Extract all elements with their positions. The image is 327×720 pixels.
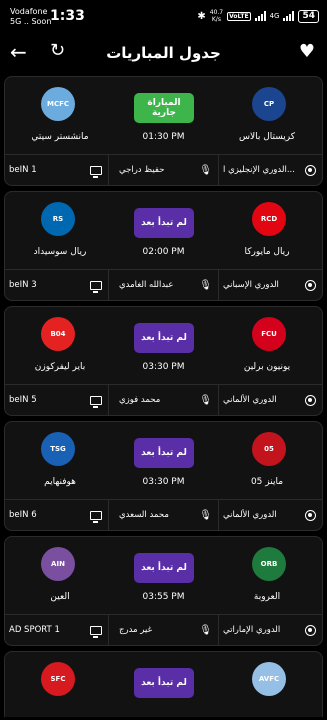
status-time: 1:33 [50, 8, 85, 24]
match-meta-row: beIN 5 محمد فوزي 🎙 الدوري الألماني [5, 384, 322, 415]
match-card[interactable]: TSG 05 لم تبدأ بعد هوفنهايم ماينز 05 03:… [4, 421, 323, 531]
away-team-logo: TSG [41, 432, 75, 466]
channel-name: beIN 1 [9, 165, 37, 175]
football-icon [305, 394, 316, 406]
commentator-cell: غير مدرج 🎙 [108, 615, 218, 645]
channel-name: AD SPORT 1 [9, 625, 60, 635]
match-status-badge[interactable]: لم تبدأ بعد [134, 668, 194, 698]
channel-cell: beIN 5 [5, 385, 108, 415]
commentator-cell: عبدالله الغامدي 🎙 [108, 270, 218, 300]
carrier-network: 5G .. Soon [10, 17, 52, 26]
bluetooth-icon: ✱ [197, 10, 206, 22]
match-card[interactable]: SFC AVFC لم تبدأ بعد [4, 651, 323, 717]
commentator-name: محمد فوزي [119, 395, 161, 405]
microphone-icon: 🎙 [199, 164, 212, 176]
channel-cell: AD SPORT 1 [5, 615, 108, 645]
commentator-name: حفيظ دراجي [119, 165, 165, 175]
match-card[interactable]: MCFC CP المباراة جارية مانشستر سيتي كريس… [4, 76, 323, 186]
league-cell: الدوري الألماني [218, 385, 322, 415]
microphone-icon: 🎙 [199, 624, 212, 636]
league-cell: الدوري الإسباني [218, 270, 322, 300]
league-cell: الدوري الألماني [218, 500, 322, 530]
match-list: MCFC CP المباراة جارية مانشستر سيتي كريس… [4, 76, 323, 720]
signal-icon [254, 11, 266, 21]
tv-icon [90, 395, 102, 408]
league-cell: الدوري الإماراتي [218, 615, 322, 645]
channel-cell: beIN 1 [5, 155, 108, 185]
channel-name: beIN 3 [9, 280, 37, 290]
commentator-cell: محمد السعدي 🎙 [108, 500, 218, 530]
home-team-logo: CP [252, 87, 286, 121]
home-team-logo: AVFC [252, 662, 286, 696]
match-card[interactable]: B04 FCU لم تبدأ بعد باير ليفركوزن يونيون… [4, 306, 323, 416]
commentator-name: محمد السعدي [119, 510, 169, 520]
commentator-cell: حفيظ دراجي 🎙 [108, 155, 218, 185]
battery-indicator: 54 [298, 9, 319, 23]
league-cell: الدوري الإنجليزي ا... [218, 155, 322, 185]
commentator-name: غير مدرج [119, 625, 153, 635]
microphone-icon: 🎙 [199, 394, 212, 406]
tv-icon [90, 280, 102, 293]
channel-cell: beIN 3 [5, 270, 108, 300]
tv-icon [90, 510, 102, 523]
match-status-badge[interactable]: لم تبدأ بعد [134, 438, 194, 468]
home-team-logo: 05 [252, 432, 286, 466]
match-meta-row: beIN 3 عبدالله الغامدي 🎙 الدوري الإسباني [5, 269, 322, 300]
home-team-logo: ORB [252, 547, 286, 581]
status-bar: Vodafone 5G .. Soon 1:33 ✱ 40.7 K/s VoLT… [0, 0, 327, 34]
microphone-icon: 🎙 [199, 279, 212, 291]
carrier-info: Vodafone 5G .. Soon [10, 7, 51, 27]
tv-icon [90, 165, 102, 178]
match-meta-row: beIN 6 محمد السعدي 🎙 الدوري الألماني [5, 499, 322, 530]
match-status-badge[interactable]: لم تبدأ بعد [134, 208, 194, 238]
heart-icon[interactable]: ♥ [299, 42, 315, 62]
away-team-logo: AIN [41, 547, 75, 581]
match-status-badge[interactable]: لم تبدأ بعد [134, 323, 194, 353]
volte-badge: VoLTE [227, 11, 251, 21]
carrier-name: Vodafone [10, 7, 48, 16]
match-meta-row: beIN 1 حفيظ دراجي 🎙 الدوري الإنجليزي ا..… [5, 154, 322, 185]
football-icon [305, 624, 316, 636]
away-team-logo: MCFC [41, 87, 75, 121]
kickoff-time: 03:30 PM [142, 477, 185, 487]
league-name: الدوري الإماراتي [223, 625, 281, 635]
away-team-logo: SFC [41, 662, 75, 696]
page-title: جدول المباريات [106, 44, 221, 62]
kickoff-time: 03:30 PM [142, 362, 185, 372]
match-meta-row: AD SPORT 1 غير مدرج 🎙 الدوري الإماراتي [5, 614, 322, 645]
home-team-logo: RCD [252, 202, 286, 236]
kickoff-time: 03:55 PM [142, 592, 185, 602]
channel-name: beIN 6 [9, 510, 37, 520]
away-team-logo: B04 [41, 317, 75, 351]
channel-cell: beIN 6 [5, 500, 108, 530]
league-name: الدوري الألماني [223, 510, 277, 520]
match-status-badge[interactable]: المباراة جارية [134, 93, 194, 123]
commentator-name: عبدالله الغامدي [119, 280, 174, 290]
football-icon [305, 279, 316, 291]
channel-name: beIN 5 [9, 395, 37, 405]
net-speed: 40.7 K/s [209, 9, 224, 23]
microphone-icon: 🎙 [199, 509, 212, 521]
commentator-cell: محمد فوزي 🎙 [108, 385, 218, 415]
home-team-logo: FCU [252, 317, 286, 351]
status-icons: ✱ 40.7 K/s VoLTE 4G 54 [197, 9, 319, 23]
match-card[interactable]: AIN ORB لم تبدأ بعد العين العروبة 03:55 … [4, 536, 323, 646]
match-status-badge[interactable]: لم تبدأ بعد [134, 553, 194, 583]
league-name: الدوري الإسباني [223, 280, 279, 290]
away-team-logo: RS [41, 202, 75, 236]
network-type: 4G [269, 12, 280, 20]
match-card[interactable]: RS RCD لم تبدأ بعد ريال سوسيداد ريال ماي… [4, 191, 323, 301]
league-name: الدوري الإنجليزي ا... [223, 165, 295, 175]
tv-icon [90, 625, 102, 638]
app-bar: ← ↻ جدول المباريات ♥ [0, 36, 327, 72]
kickoff-time: 01:30 PM [142, 132, 185, 142]
signal-icon-2 [283, 11, 295, 21]
football-icon [305, 164, 316, 176]
league-name: الدوري الألماني [223, 395, 277, 405]
kickoff-time: 02:00 PM [142, 247, 185, 257]
football-icon [305, 509, 316, 521]
